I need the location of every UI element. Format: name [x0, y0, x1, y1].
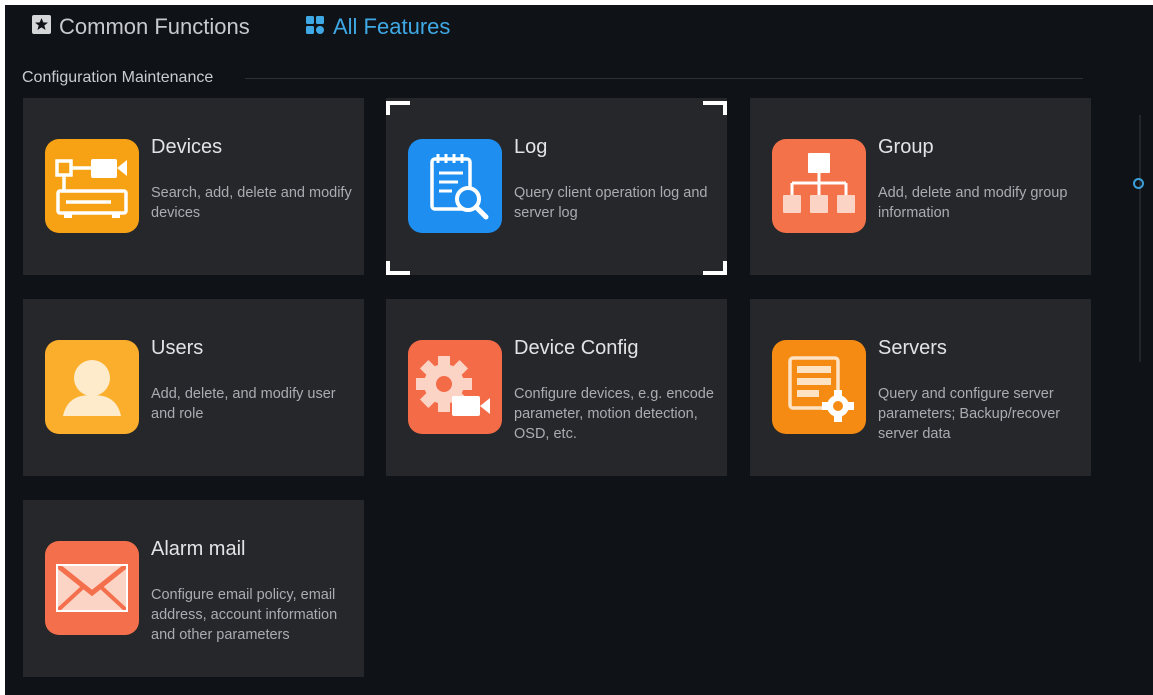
card-log[interactable]: Log Query client operation log and serve… — [386, 98, 727, 275]
card-description: Configure email policy, email address, a… — [151, 587, 338, 643]
card-description: Query client operation log and server lo… — [514, 185, 708, 221]
card-title: Devices — [151, 136, 223, 158]
card-description: Query and configure server parameters; B… — [878, 386, 1061, 442]
tab-all-features-label: All Features — [333, 14, 451, 39]
card-devices[interactable]: Devices Search, add, delete and modify d… — [23, 98, 364, 275]
focus-corner-bottom-right — [703, 261, 727, 275]
focus-corner-bottom-left — [386, 261, 410, 275]
card-description: Add, delete, and modify user and role — [151, 386, 336, 422]
grid-icon — [305, 15, 325, 40]
scrollbar-track[interactable] — [1139, 115, 1141, 362]
scrollbar-thumb[interactable] — [1133, 178, 1144, 189]
card-alarm-mail[interactable]: Alarm mail Configure email policy, email… — [23, 500, 364, 677]
section-divider — [245, 78, 1083, 79]
focus-corner-top-left — [386, 101, 410, 115]
log-icon — [408, 139, 502, 233]
card-users[interactable]: Users Add, delete, and modify user and r… — [23, 299, 364, 476]
tab-common-functions-label: Common Functions — [59, 14, 250, 39]
section-title: Configuration Maintenance — [22, 69, 214, 86]
group-icon — [772, 139, 866, 233]
card-title: Log — [514, 136, 548, 158]
card-device-config[interactable]: Device Config Configure devices, e.g. en… — [386, 299, 727, 476]
focus-corner-top-right — [703, 101, 727, 115]
card-title: Group — [878, 136, 934, 158]
card-servers[interactable]: Servers Query and configure server param… — [750, 299, 1091, 476]
card-description: Add, delete and modify group information — [878, 185, 1068, 221]
servers-icon — [772, 340, 866, 434]
tab-common-functions[interactable]: Common Functions — [32, 14, 250, 40]
tab-all-features[interactable]: All Features — [305, 14, 450, 40]
card-title: Alarm mail — [151, 538, 246, 560]
card-title: Device Config — [514, 337, 639, 359]
user-icon — [45, 340, 139, 434]
card-description: Search, add, delete and modify devices — [151, 185, 352, 221]
card-group[interactable]: Group Add, delete and modify group infor… — [750, 98, 1091, 275]
card-title: Users — [151, 337, 204, 359]
card-title: Servers — [878, 337, 947, 359]
device-config-icon — [408, 340, 502, 434]
app-window: Common Functions All Features Configurat… — [5, 5, 1153, 695]
card-description: Configure devices, e.g. encode parameter… — [514, 386, 714, 442]
mail-icon — [45, 541, 139, 635]
top-tab-bar: Common Functions All Features — [5, 5, 1153, 49]
devices-icon — [45, 139, 139, 233]
star-icon — [32, 15, 51, 39]
